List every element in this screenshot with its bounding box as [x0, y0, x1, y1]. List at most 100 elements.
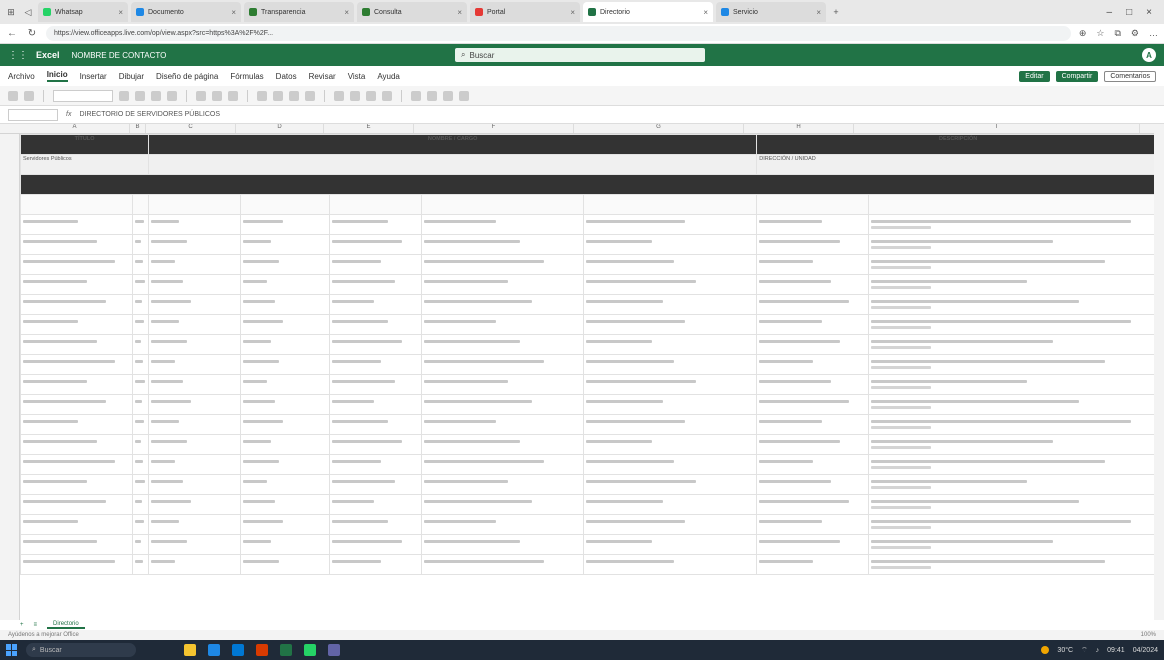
excel-icon[interactable]	[280, 644, 292, 656]
share-button[interactable]: Compartir	[1055, 70, 1099, 82]
table-cell[interactable]	[756, 434, 870, 455]
network-icon[interactable]: ⌔	[1081, 646, 1088, 655]
table-cell[interactable]	[329, 354, 422, 375]
borders-icon[interactable]	[196, 90, 206, 101]
table-cell[interactable]	[148, 334, 241, 355]
font-family-select[interactable]	[53, 89, 113, 102]
table-cell[interactable]	[131, 534, 150, 555]
wrap-text-icon[interactable]	[289, 90, 299, 101]
table-cell[interactable]	[131, 214, 150, 235]
extensions-icon[interactable]: ⚙	[1131, 28, 1139, 39]
find-icon[interactable]	[459, 90, 469, 101]
back-icon[interactable]: ◁	[21, 5, 35, 19]
browser-tab[interactable]: Consulta ×	[357, 2, 467, 22]
edge-icon[interactable]	[208, 644, 220, 656]
insert-icon[interactable]	[411, 90, 421, 101]
file-name[interactable]: NOMBRE DE CONTACTO	[72, 51, 167, 60]
table-cell[interactable]	[239, 494, 331, 515]
table-cell[interactable]	[420, 274, 585, 295]
table-cell[interactable]	[868, 354, 1160, 375]
table-cell[interactable]	[756, 494, 870, 515]
table-cell[interactable]	[20, 354, 133, 375]
table-cell[interactable]	[239, 554, 331, 575]
browser-tab[interactable]: Documento ×	[131, 2, 241, 22]
table-cell[interactable]	[148, 234, 241, 255]
table-cell[interactable]	[329, 214, 422, 235]
table-cell[interactable]	[583, 214, 758, 235]
table-cell[interactable]	[329, 254, 422, 275]
table-cell[interactable]	[131, 294, 150, 315]
collections-icon[interactable]: ⧉	[1114, 28, 1120, 39]
table-cell[interactable]	[868, 274, 1160, 295]
sort-icon[interactable]	[443, 90, 453, 101]
table-cell[interactable]	[131, 334, 150, 355]
menu-inicio[interactable]: Inicio	[46, 70, 68, 82]
table-cell[interactable]	[148, 534, 241, 555]
italic-icon[interactable]	[151, 90, 161, 101]
table-cell[interactable]	[329, 474, 422, 495]
table-cell[interactable]	[756, 474, 870, 495]
menu-archivo[interactable]: Archivo	[8, 72, 35, 81]
table-cell[interactable]	[329, 494, 422, 515]
table-cell[interactable]	[239, 234, 331, 255]
table-cell[interactable]	[239, 394, 331, 415]
table-cell[interactable]	[868, 254, 1160, 275]
close-icon[interactable]: ×	[231, 8, 236, 17]
weather-icon[interactable]	[1041, 646, 1050, 654]
table-cell[interactable]	[329, 554, 422, 575]
menu-formulas[interactable]: Fórmulas	[230, 72, 263, 81]
more-icon[interactable]: …	[1149, 28, 1158, 39]
menu-vista[interactable]: Vista	[348, 72, 366, 81]
table-cell[interactable]	[131, 254, 150, 275]
table-cell[interactable]	[756, 394, 870, 415]
table-cell[interactable]	[868, 474, 1160, 495]
zoom-level[interactable]: 100%	[1141, 632, 1156, 638]
table-cell[interactable]	[20, 334, 133, 355]
table-cell[interactable]	[583, 474, 758, 495]
table-cell[interactable]	[756, 414, 870, 435]
bold-icon[interactable]	[135, 90, 145, 101]
table-cell[interactable]	[420, 334, 585, 355]
table-cell[interactable]	[239, 314, 331, 335]
table-cell[interactable]	[329, 314, 422, 335]
table-cell[interactable]	[420, 294, 585, 315]
menu-insertar[interactable]: Insertar	[80, 72, 107, 81]
table-cell[interactable]	[148, 274, 241, 295]
browser-tab[interactable]: Servicio ×	[716, 2, 826, 22]
table-cell[interactable]	[20, 254, 133, 275]
table-cell[interactable]	[329, 514, 422, 535]
table-cell[interactable]	[20, 454, 133, 475]
table-cell[interactable]	[420, 514, 585, 535]
table-cell[interactable]	[148, 394, 241, 415]
table-cell[interactable]	[239, 454, 331, 475]
table-cell[interactable]	[868, 214, 1160, 235]
table-cell[interactable]	[239, 294, 331, 315]
table-cell[interactable]	[329, 414, 422, 435]
table-cell[interactable]	[756, 234, 870, 255]
favorite-icon[interactable]: ☆	[1096, 28, 1104, 39]
table-cell[interactable]	[131, 554, 150, 575]
app-launcher-icon[interactable]: ⋮⋮	[8, 50, 28, 61]
table-cell[interactable]	[131, 314, 150, 335]
table-cell[interactable]	[583, 494, 758, 515]
fill-color-icon[interactable]	[212, 90, 222, 101]
table-cell[interactable]	[329, 274, 422, 295]
table-cell[interactable]	[583, 274, 758, 295]
table-cell[interactable]	[148, 354, 241, 375]
table-cell[interactable]	[131, 514, 150, 535]
search-box[interactable]: ⌕ Buscar	[455, 48, 705, 62]
table-cell[interactable]	[20, 374, 133, 395]
office-icon[interactable]	[256, 644, 268, 656]
file-explorer-icon[interactable]	[184, 644, 196, 656]
table-cell[interactable]	[329, 334, 422, 355]
table-cell[interactable]	[583, 334, 758, 355]
table-cell[interactable]	[148, 294, 241, 315]
format-table-icon[interactable]	[366, 90, 376, 101]
browser-menu-icon[interactable]: ⊞	[4, 5, 18, 19]
table-cell[interactable]	[148, 454, 241, 475]
browser-tab-active[interactable]: Directorio ×	[583, 2, 713, 22]
table-cell[interactable]	[20, 214, 133, 235]
table-cell[interactable]	[756, 214, 870, 235]
table-cell[interactable]	[756, 514, 870, 535]
table-cell[interactable]	[583, 414, 758, 435]
